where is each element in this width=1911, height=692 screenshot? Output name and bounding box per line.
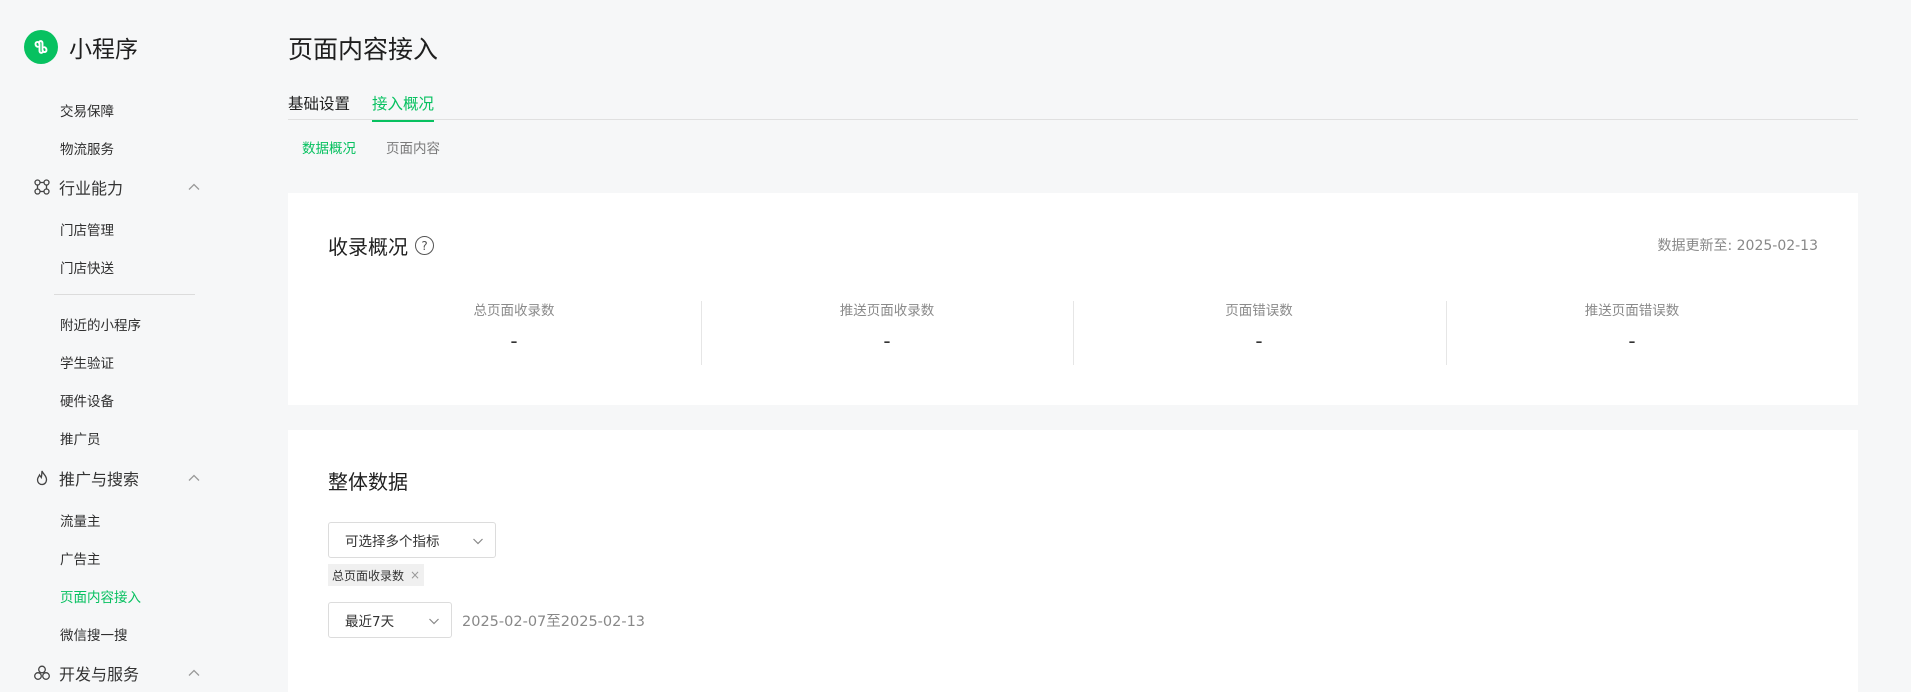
selected-metric-tag: 总页面收录数 × <box>328 564 425 586</box>
dev-service-icon <box>32 663 52 683</box>
chevron-up-icon[interactable] <box>186 179 202 195</box>
chevron-up-icon[interactable] <box>186 665 202 681</box>
sidebar-group-label: 开发与服务 <box>59 665 140 684</box>
sidebar-item-traffic-owner[interactable]: 流量主 <box>60 510 101 530</box>
sidebar-group-label: 行业能力 <box>59 179 124 198</box>
sidebar-item-wechat-search[interactable]: 微信搜一搜 <box>60 624 128 644</box>
tag-label: 总页面收录数 <box>332 568 405 583</box>
close-icon[interactable]: × <box>410 568 420 582</box>
chevron-down-icon <box>473 538 483 545</box>
sidebar-group-industry[interactable]: 行业能力 <box>32 175 202 199</box>
page-title: 页面内容接入 <box>288 35 439 64</box>
overall-title: 整体数据 <box>328 470 408 494</box>
subtab-data-overview[interactable]: 数据概况 <box>302 137 356 157</box>
metric-value: - <box>510 329 518 353</box>
data-update-note: 数据更新至: 2025-02-13 <box>1657 238 1818 254</box>
sidebar-item-store-management[interactable]: 门店管理 <box>60 219 114 239</box>
period-select[interactable]: 最近7天 <box>328 602 452 638</box>
sidebar-item-logistics[interactable]: 物流服务 <box>60 138 114 158</box>
sidebar-item-promoter[interactable]: 推广员 <box>60 428 101 448</box>
industry-icon <box>32 177 52 197</box>
sidebar-item-hardware-devices[interactable]: 硬件设备 <box>60 390 114 410</box>
sidebar: 小程序 交易保障 物流服务 行业能力 门店管理 门店快送 附近的小程序 学生验证… <box>0 0 220 692</box>
metric-value: - <box>1255 329 1263 353</box>
sidebar-item-advertiser[interactable]: 广告主 <box>60 548 101 568</box>
metric-select-placeholder: 可选择多个指标 <box>345 534 440 550</box>
metric-value: - <box>1628 329 1636 353</box>
metric-page-errors: 页面错误数 - <box>1073 299 1445 353</box>
sidebar-group-dev-service[interactable]: 开发与服务 <box>32 661 202 685</box>
tab-bar: 基础设置 接入概况 <box>288 90 1858 122</box>
sidebar-item-store-delivery[interactable]: 门店快送 <box>60 257 114 277</box>
sidebar-item-page-content-access[interactable]: 页面内容接入 <box>60 586 141 606</box>
date-range-text: 2025-02-07至2025-02-13 <box>462 614 646 630</box>
overview-card: 收录概况 ? 数据更新至: 2025-02-13 总页面收录数 - 推送页面收录… <box>288 193 1858 405</box>
metric-value: - <box>883 329 891 353</box>
metric-pushed-errors: 推送页面错误数 - <box>1446 299 1818 353</box>
brand-title: 小程序 <box>69 37 138 63</box>
chevron-up-icon[interactable] <box>186 470 202 486</box>
metric-select[interactable]: 可选择多个指标 <box>328 522 496 558</box>
promotion-icon <box>32 468 52 488</box>
chevron-down-icon <box>429 618 439 625</box>
miniprogram-logo-icon <box>24 30 58 64</box>
overview-title: 收录概况 ? <box>328 231 434 260</box>
metric-label: 总页面收录数 <box>473 303 555 319</box>
tab-access-overview[interactable]: 接入概况 <box>372 92 435 122</box>
metric-label: 推送页面收录数 <box>839 303 935 319</box>
brand[interactable]: 小程序 <box>24 30 138 64</box>
metric-label: 推送页面错误数 <box>1584 303 1680 319</box>
sidebar-group-label: 推广与搜索 <box>59 470 140 489</box>
sidebar-item-student-verification[interactable]: 学生验证 <box>60 352 114 372</box>
overview-title-text: 收录概况 <box>328 235 408 259</box>
subtab-page-content[interactable]: 页面内容 <box>386 137 440 157</box>
sidebar-item-nearby-miniprogram[interactable]: 附近的小程序 <box>60 314 141 334</box>
metric-total-indexed: 总页面收录数 - <box>328 299 700 353</box>
period-select-value: 最近7天 <box>345 614 395 630</box>
sidebar-group-promotion-search[interactable]: 推广与搜索 <box>32 466 202 490</box>
sidebar-divider <box>54 294 195 295</box>
metric-label: 页面错误数 <box>1225 303 1293 319</box>
sidebar-item-transaction-guarantee[interactable]: 交易保障 <box>60 100 114 120</box>
overall-data-card: 整体数据 可选择多个指标 总页面收录数 × 最近7天 2025-02-07至20… <box>288 430 1858 692</box>
metric-pushed-indexed: 推送页面收录数 - <box>701 299 1073 353</box>
tab-basic-settings[interactable]: 基础设置 <box>288 92 350 120</box>
help-icon[interactable]: ? <box>415 236 434 255</box>
